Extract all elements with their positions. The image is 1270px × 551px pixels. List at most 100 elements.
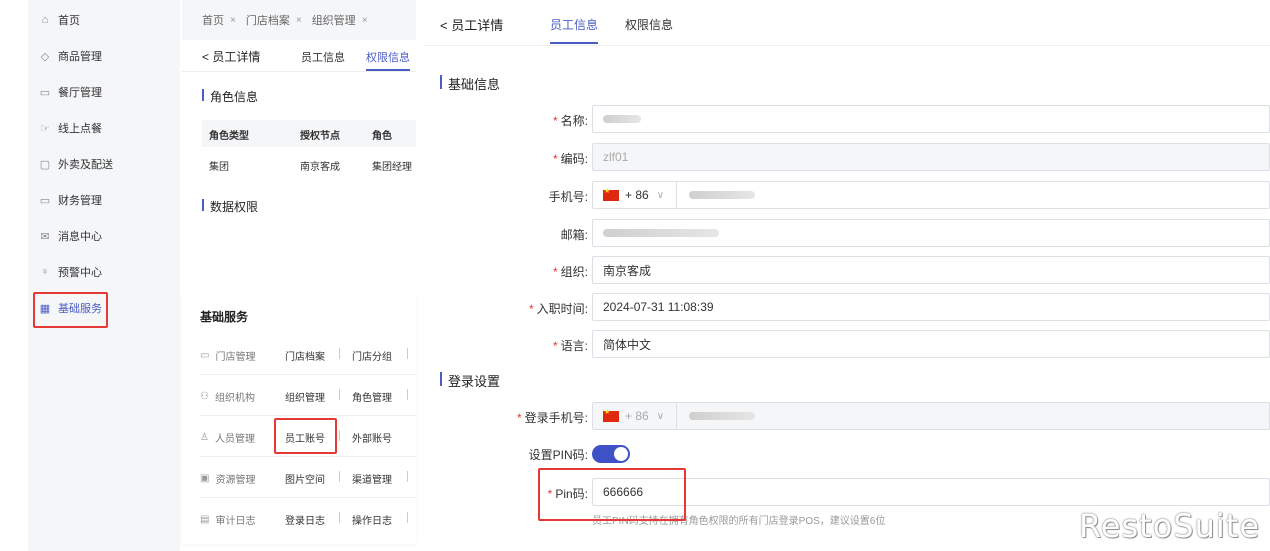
active-tab-underline bbox=[366, 69, 410, 71]
active-tab-underline bbox=[550, 42, 598, 44]
china-flag-icon bbox=[603, 187, 619, 201]
code-field[interactable]: zlf01 bbox=[592, 143, 1270, 171]
menu-link-login-log[interactable]: 登录日志 bbox=[285, 512, 325, 527]
divider bbox=[339, 471, 340, 482]
redacted-value bbox=[603, 229, 719, 237]
close-icon[interactable]: × bbox=[362, 15, 368, 26]
country-code: + 86 bbox=[625, 409, 649, 423]
tab-permission-info[interactable]: 权限信息 bbox=[366, 49, 410, 65]
category-label: 组织机构 bbox=[214, 393, 255, 404]
divider bbox=[339, 430, 340, 441]
phone-field[interactable]: + 86 ∨ bbox=[592, 181, 1270, 209]
tab-home[interactable]: 首页 × bbox=[202, 12, 236, 28]
back-button[interactable]: < 员工详情 bbox=[440, 15, 503, 34]
pin-toggle-switch[interactable] bbox=[592, 445, 630, 463]
menu-row-org: ⚇ 组织机构 组织管理 角色管理 bbox=[182, 375, 416, 416]
redacted-value bbox=[603, 115, 641, 123]
country-code-select[interactable]: + 86 ∨ bbox=[593, 182, 677, 208]
category-label: 资源管理 bbox=[215, 475, 256, 486]
join-time-label: * 入职时间: bbox=[424, 300, 588, 317]
table-cell: 南京客成 bbox=[300, 162, 340, 173]
label-text: 名称: bbox=[560, 114, 588, 128]
close-icon[interactable]: × bbox=[230, 15, 236, 26]
org-label: * 组织: bbox=[424, 263, 588, 280]
divider bbox=[407, 389, 408, 400]
menu-link-store-archive[interactable]: 门店档案 bbox=[285, 348, 325, 363]
label-text: 入职时间: bbox=[536, 302, 588, 316]
language-select[interactable]: 简体中文 bbox=[592, 330, 1270, 358]
menu-category: ▭ 门店管理 bbox=[200, 348, 255, 363]
role-info-title: 角色信息 bbox=[202, 88, 258, 105]
tab-permission-info[interactable]: 权限信息 bbox=[625, 16, 673, 33]
sidebar-item-base-services[interactable]: ▦ 基础服务 bbox=[28, 290, 180, 326]
pin-toggle-label: 设置PIN码: bbox=[424, 446, 588, 463]
back-button[interactable]: < 员工详情 bbox=[202, 48, 260, 65]
name-field[interactable] bbox=[592, 105, 1270, 133]
org-icon: ⚇ bbox=[200, 391, 209, 402]
divider bbox=[339, 389, 340, 400]
sidebar-item-delivery[interactable]: ▢ 外卖及配送 bbox=[28, 146, 180, 182]
tab-org-management[interactable]: 组织管理 × bbox=[312, 12, 368, 28]
restosuite-watermark: RestoSuite bbox=[1079, 507, 1260, 545]
detail-header: < 员工详情 员工信息 权限信息 bbox=[424, 0, 1270, 46]
sidebar: ⌂ 首页 ◇ 商品管理 ▭ 餐厅管理 ☞ 线上点餐 ▢ 外卖及配送 ▭ 财务管理… bbox=[28, 0, 180, 551]
sidebar-item-label: 财务管理 bbox=[58, 195, 102, 207]
menu-link-external-account[interactable]: 外部账号 bbox=[352, 430, 392, 445]
sidebar-item-products[interactable]: ◇ 商品管理 bbox=[28, 38, 180, 74]
menu-category: ⚇ 组织机构 bbox=[200, 389, 255, 404]
login-phone-field[interactable]: + 86 ∨ bbox=[592, 402, 1270, 430]
language-label: * 语言: bbox=[424, 337, 588, 354]
org-field[interactable]: 南京客成 bbox=[592, 256, 1270, 284]
base-services-menu: 基础服务 ▭ 门店管理 门店档案 门店分组 ⚇ 组织机构 组织管理 角色管理 ♙ 人员… bbox=[182, 292, 416, 544]
sidebar-item-messages[interactable]: ✉ 消息中心 bbox=[28, 218, 180, 254]
back-label: 员工详情 bbox=[451, 18, 504, 33]
label-text: 语言: bbox=[560, 339, 588, 353]
sidebar-item-label: 消息中心 bbox=[58, 231, 102, 243]
bulb-icon: ♀ bbox=[40, 266, 50, 278]
wallet-icon: ▭ bbox=[39, 194, 51, 207]
tab-store-archive[interactable]: 门店档案 × bbox=[246, 12, 302, 28]
back-label: 员工详情 bbox=[212, 50, 261, 64]
menu-category: ▣ 资源管理 bbox=[200, 471, 255, 486]
close-icon[interactable]: × bbox=[296, 15, 302, 26]
menu-link-store-group[interactable]: 门店分组 bbox=[352, 348, 392, 363]
pin-label: * Pin码: bbox=[424, 485, 588, 502]
sidebar-item-restaurants[interactable]: ▭ 餐厅管理 bbox=[28, 74, 180, 110]
bag-icon: ▢ bbox=[39, 158, 51, 171]
pin-field[interactable]: 666666 bbox=[592, 478, 1270, 506]
menu-link-image-space[interactable]: 图片空间 bbox=[285, 471, 325, 486]
category-label: 门店管理 bbox=[215, 352, 256, 363]
china-flag-icon bbox=[603, 408, 619, 422]
sidebar-item-label: 商品管理 bbox=[58, 51, 102, 63]
grid-icon: ▦ bbox=[39, 302, 51, 315]
menu-link-org-management[interactable]: 组织管理 bbox=[285, 389, 325, 404]
required-mark: * bbox=[552, 265, 558, 279]
tab-employee-info[interactable]: 员工信息 bbox=[301, 49, 345, 65]
sidebar-item-label: 线上点餐 bbox=[58, 123, 102, 135]
sidebar-item-label: 餐厅管理 bbox=[58, 87, 102, 99]
email-field[interactable] bbox=[592, 219, 1270, 247]
tab-label: 首页 bbox=[202, 15, 224, 27]
sidebar-item-alerts[interactable]: ♀ 预警中心 bbox=[28, 254, 180, 290]
table-cell: 集团 bbox=[209, 162, 229, 173]
menu-link-employee-account[interactable]: 员工账号 bbox=[285, 430, 325, 445]
tab-employee-info[interactable]: 员工信息 bbox=[550, 16, 598, 33]
sidebar-item-finance[interactable]: ▭ 财务管理 bbox=[28, 182, 180, 218]
sidebar-item-online-order[interactable]: ☞ 线上点餐 bbox=[28, 110, 180, 146]
chevron-down-icon: ∨ bbox=[656, 410, 665, 422]
country-code-select[interactable]: + 86 ∨ bbox=[593, 403, 677, 429]
sidebar-item-home[interactable]: ⌂ 首页 bbox=[28, 2, 180, 38]
login-phone-label: * 登录手机号: bbox=[424, 409, 588, 426]
page-tabs: 首页 × 门店档案 × 组织管理 × bbox=[182, 0, 416, 40]
hand-icon: ☞ bbox=[40, 122, 50, 135]
menu-link-operation-log[interactable]: 操作日志 bbox=[352, 512, 392, 527]
menu-row-audit: ▤ 审计日志 登录日志 操作日志 bbox=[182, 498, 416, 539]
sidebar-item-label: 基础服务 bbox=[58, 303, 102, 315]
divider bbox=[339, 348, 340, 359]
menu-link-channel-management[interactable]: 渠道管理 bbox=[352, 471, 392, 486]
menu-link-role-management[interactable]: 角色管理 bbox=[352, 389, 392, 404]
redacted-value bbox=[689, 191, 755, 199]
join-time-field[interactable]: 2024-07-31 11:08:39 bbox=[592, 293, 1270, 321]
cube-icon: ◇ bbox=[40, 50, 50, 63]
chevron-left-icon: < bbox=[440, 18, 448, 33]
